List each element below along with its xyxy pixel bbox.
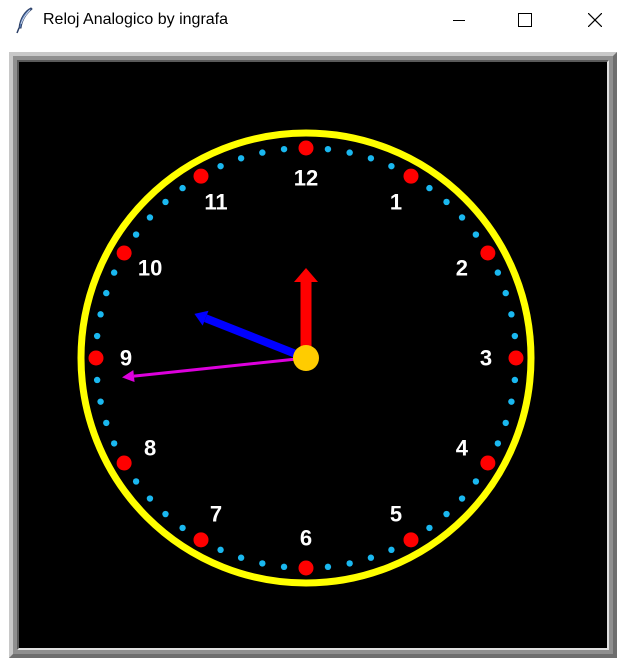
window-title: Reloj Analogico by ingrafa	[43, 11, 229, 28]
minute-dot	[508, 398, 515, 405]
minute-dot	[237, 155, 245, 162]
minute-dot	[511, 376, 519, 384]
minimize-icon	[453, 14, 465, 26]
minimize-button[interactable]	[436, 0, 482, 40]
minute-dot	[146, 495, 154, 502]
minute-dot	[511, 332, 519, 340]
minute-dot	[426, 524, 433, 532]
minute-dot	[494, 269, 502, 276]
minute-dot	[103, 289, 110, 297]
minute-dot	[259, 560, 266, 567]
hour-numeral: 12	[294, 166, 318, 191]
clock-hands	[122, 268, 319, 383]
minute-dot	[237, 554, 245, 561]
minute-dot	[217, 546, 224, 554]
second-hand	[122, 356, 307, 383]
hour-marker	[193, 168, 209, 184]
hour-marker	[480, 245, 496, 261]
app-window: Reloj Analogico by ingrafa 12 1 2 3 4 5 …	[0, 0, 620, 661]
minute-dot	[367, 554, 375, 561]
minute-hand	[294, 268, 318, 358]
hour-marker	[298, 560, 314, 576]
hour-marker	[193, 532, 209, 548]
canvas-frame: 12 1 2 3 4 5 6 7 8 9 10 11	[0, 42, 620, 661]
minute-dot	[132, 231, 140, 238]
minute-dot	[324, 563, 332, 571]
hour-numeral: 8	[144, 436, 156, 461]
minute-dot	[502, 419, 509, 427]
minute-dot	[346, 560, 353, 567]
hour-numeral: 9	[120, 346, 132, 371]
minute-dot	[472, 231, 480, 238]
minute-dot	[502, 289, 509, 297]
minute-dot	[472, 478, 480, 485]
minute-dot	[179, 184, 186, 192]
feather-icon	[14, 6, 36, 34]
hour-marker	[298, 140, 314, 156]
minute-dot	[93, 376, 101, 384]
minute-dot	[346, 149, 353, 156]
hour-numeral: 4	[456, 436, 469, 461]
hour-marker	[403, 532, 419, 548]
minute-dot	[259, 149, 266, 156]
minute-dot	[217, 162, 224, 170]
hour-marker	[403, 168, 419, 184]
minute-dot	[97, 398, 104, 405]
hour-marker	[88, 350, 104, 366]
minute-dot	[280, 563, 288, 571]
hour-marker	[508, 350, 524, 366]
minute-dot	[388, 546, 395, 554]
minute-dot	[280, 145, 288, 153]
minute-dot	[388, 162, 395, 170]
minute-dot	[110, 440, 118, 447]
minute-dot	[426, 184, 433, 192]
minute-dot	[508, 311, 515, 318]
minute-dot	[494, 440, 502, 447]
hour-numeral: 2	[456, 256, 468, 281]
hour-marker	[116, 245, 132, 261]
hour-numeral: 6	[300, 526, 312, 551]
clock-canvas: 12 1 2 3 4 5 6 7 8 9 10 11	[17, 60, 609, 650]
minute-dot	[132, 478, 140, 485]
minute-dot	[324, 145, 332, 153]
close-button[interactable]	[572, 0, 618, 40]
hour-numeral: 10	[138, 256, 162, 281]
maximize-button[interactable]	[502, 0, 548, 40]
minute-dot	[93, 332, 101, 340]
analog-clock: 121234567891011	[77, 129, 535, 587]
title-bar[interactable]: Reloj Analogico by ingrafa	[0, 0, 620, 42]
minute-dot	[443, 510, 450, 518]
hour-hand	[194, 310, 308, 362]
minute-dot	[179, 524, 186, 532]
minute-dot	[458, 495, 466, 502]
close-icon	[588, 13, 602, 27]
hour-marker	[480, 455, 496, 471]
minute-dot	[97, 311, 104, 318]
minute-dot	[162, 198, 169, 206]
hour-numeral: 5	[390, 501, 402, 526]
minute-dot	[367, 155, 375, 162]
minute-dot	[443, 198, 450, 206]
hour-numeral: 1	[390, 190, 402, 215]
hour-numeral: 7	[210, 501, 222, 526]
maximize-icon	[518, 13, 532, 27]
minute-dot	[146, 214, 154, 221]
hour-numeral: 3	[480, 346, 492, 371]
minute-dot	[110, 269, 118, 276]
minute-dot	[162, 510, 169, 518]
hour-numeral: 11	[204, 190, 227, 215]
minute-dot	[458, 214, 466, 221]
center-cap	[293, 345, 319, 371]
hour-marker	[116, 455, 132, 471]
minute-dot	[103, 419, 110, 427]
outer-bevel: 12 1 2 3 4 5 6 7 8 9 10 11	[9, 52, 617, 658]
